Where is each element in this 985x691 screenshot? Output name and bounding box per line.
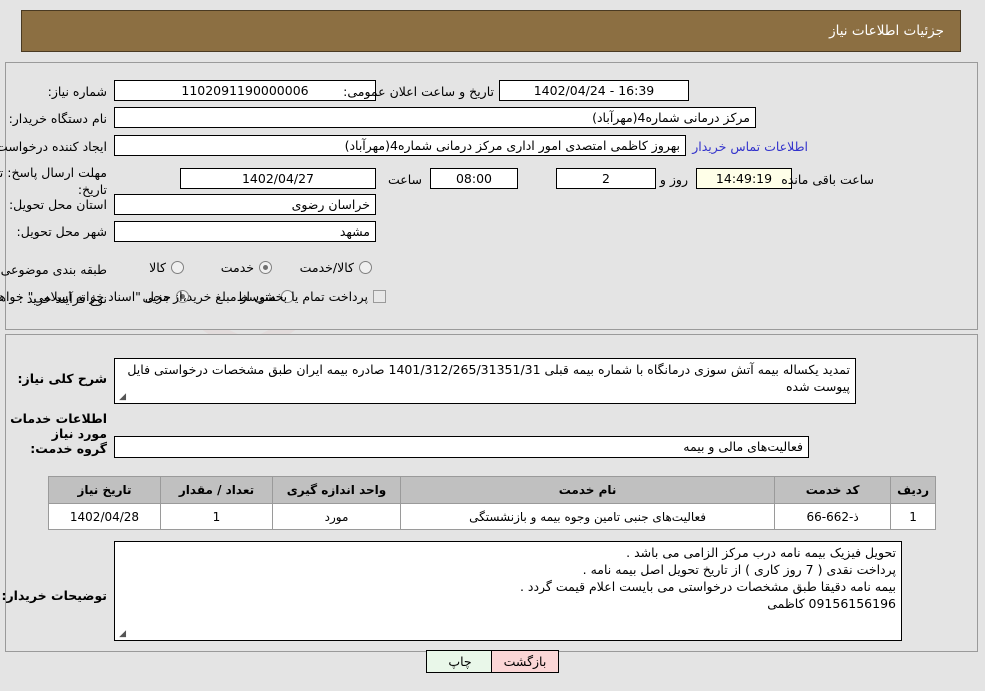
td-row: 1 (891, 503, 937, 530)
delivery-city-label: شهر محل تحویل: (17, 224, 108, 239)
buyer-notes-resize-grip-icon[interactable]: ◢ (118, 630, 127, 639)
subject-classification-label: طبقه بندی موضوعی: (0, 262, 108, 277)
delivery-province-label: استان محل تحویل: (9, 197, 108, 212)
service-group-value: فعالیت‌های مالی و بیمه (115, 436, 810, 458)
radio-subject-khedmat[interactable]: خدمت (222, 260, 273, 275)
th-service-code: کد خدمت (775, 476, 893, 504)
public-announcement-value: 16:39 - 1402/04/24 (500, 80, 690, 101)
buyer-notes-value[interactable]: تحویل فیزیک بیمه نامه درب مرکز الزامی می… (115, 541, 903, 641)
table-header-row: ردیف کد خدمت نام خدمت واحد اندازه گیری ت… (49, 476, 937, 504)
services-table: ردیف کد خدمت نام خدمت واحد اندازه گیری ت… (49, 476, 937, 530)
deadline-time-label: ساعت (388, 172, 423, 187)
td-unit: مورد (273, 503, 402, 530)
print-button[interactable]: چاپ (427, 650, 495, 673)
table-row[interactable]: 1 ذ-662-66 فعالیت‌های جنبی تامین وجوه بی… (49, 503, 937, 530)
page-title: جزئیات اطلاعات نیاز (830, 23, 945, 39)
radio-khedmat-icon[interactable] (260, 261, 273, 274)
deadline-date-value: 1402/04/27 (181, 168, 377, 189)
buyer-org-label: نام دستگاه خریدار: (9, 111, 108, 126)
th-need-date: تاریخ نیاز (49, 476, 162, 504)
radio-kala-khedmat-icon[interactable] (360, 261, 373, 274)
general-description-label: شرح کلی نیاز: (18, 371, 108, 386)
deadline-label-line2: تاریخ: (78, 182, 108, 197)
buyer-note-line-4: 09156156196 کاظمی (768, 596, 897, 611)
countdown-timer: 14:49:19 (697, 168, 793, 189)
buyer-org-value: مرکز درمانی شماره4(مهرآباد) (115, 107, 757, 128)
treasury-checkbox-icon[interactable] (374, 290, 387, 303)
buyer-note-line-1: تحویل فیزیک بیمه نامه درب مرکز الزامی می… (627, 545, 897, 560)
treasury-note-group[interactable]: پرداخت تمام یا بخشی از مبلغ خرید،از محل … (0, 289, 387, 304)
public-announcement-label: تاریخ و ساعت اعلان عمومی: (344, 84, 495, 99)
resize-grip-icon[interactable]: ◢ (118, 393, 127, 402)
radio-khedmat-label: خدمت (221, 260, 255, 275)
need-number-value: 1102091190000006 (115, 80, 377, 101)
back-button[interactable]: بازگشت (492, 650, 560, 673)
deadline-time-value: 08:00 (431, 168, 519, 189)
delivery-province-value: خراسان رضوی (115, 194, 377, 215)
td-service-name: فعالیت‌های جنبی تامین وجوه بیمه و بازنشس… (400, 503, 777, 530)
request-creator-label: ایجاد کننده درخواست: (0, 139, 108, 154)
th-row: ردیف (891, 476, 937, 504)
buyer-note-line-3: بیمه نامه دقیقا طبق مشخصات درخواستی می ب… (520, 579, 897, 594)
treasury-note-text: پرداخت تمام یا بخشی از مبلغ خرید،از محل … (0, 289, 369, 304)
radio-kala-label: کالا (150, 260, 167, 275)
radio-kala-khedmat-label: کالا/خدمت (300, 260, 355, 275)
th-unit: واحد اندازه گیری (273, 476, 402, 504)
deadline-days-value: 2 (557, 168, 657, 189)
general-description-value[interactable]: تمدید یکساله بیمه آتش سوزی درمانگاه با ش… (115, 358, 857, 404)
general-description-text: تمدید یکساله بیمه آتش سوزی درمانگاه با ش… (128, 362, 851, 394)
td-service-code: ذ-662-66 (775, 503, 893, 530)
service-group-label: گروه خدمت: (31, 441, 108, 456)
th-quantity: تعداد / مقدار (161, 476, 274, 504)
deadline-label-line1: مهلت ارسال پاسخ: تا (0, 165, 108, 180)
delivery-city-value: مشهد (115, 221, 377, 242)
buyer-notes-label: توضیحات خریدار: (2, 588, 108, 603)
services-section-title: اطلاعات خدمات مورد نیاز (11, 411, 108, 441)
deadline-days-label: روز و (660, 172, 689, 187)
buyer-contact-link[interactable]: اطلاعات تماس خریدار (693, 139, 809, 154)
radio-kala-icon[interactable] (172, 261, 185, 274)
need-number-label: شماره نیاز: (48, 84, 108, 99)
page-root: AriaTender.net جزئیات اطلاعات نیاز شماره… (0, 0, 985, 691)
remaining-label: ساعت باقی مانده (782, 172, 875, 187)
td-need-date: 1402/04/28 (49, 503, 162, 530)
buyer-note-line-2: پرداخت نقدی ( 7 روز کاری ) از تاریخ تحوی… (583, 562, 897, 577)
radio-subject-kala-khedmat[interactable]: کالا/خدمت (301, 260, 373, 275)
th-service-name: نام خدمت (400, 476, 777, 504)
page-header: جزئیات اطلاعات نیاز (22, 10, 962, 52)
radio-subject-kala[interactable]: کالا (150, 260, 185, 275)
request-creator-value: بهروز کاظمی امتصدی امور اداری مرکز درمان… (115, 135, 687, 156)
td-quantity: 1 (161, 503, 274, 530)
